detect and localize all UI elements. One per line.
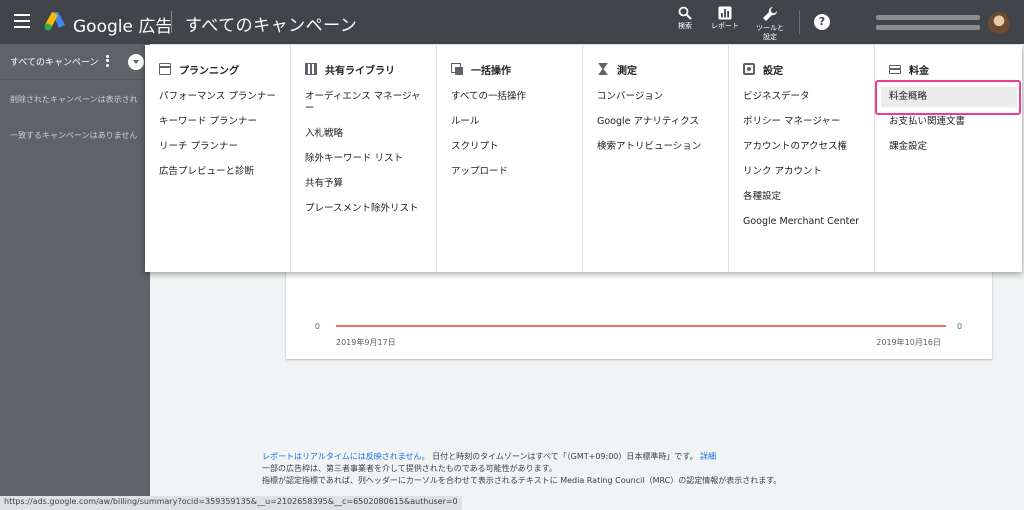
column-title: プランニング (179, 65, 239, 77)
help-icon[interactable]: ? (814, 14, 830, 30)
menu-item-linked-accounts[interactable]: リンク アカウント (729, 162, 874, 182)
menu-item-audience-manager[interactable]: オーディエンス マネージャー (291, 87, 436, 119)
sidebar-header: すべてのキャンペーン (0, 44, 150, 80)
top-app-bar: Google 広告 すべてのキャンペーン 検索 レポート ツールと 設定 ? (0, 0, 1024, 44)
menu-item-business-data[interactable]: ビジネスデータ (729, 87, 874, 107)
hourglass-icon (598, 63, 608, 75)
calendar-icon (159, 63, 171, 75)
menu-column-shared-library: 共有ライブラリ オーディエンス マネージャー 入札戦略 除外キーワード リスト … (291, 45, 437, 272)
wrench-icon (763, 6, 778, 21)
menu-item-all-bulk-actions[interactable]: すべての一括操作 (437, 87, 582, 107)
search-icon (678, 6, 692, 20)
reports-label: レポート (711, 22, 739, 30)
x-tick-label: 2019年10月16日 (876, 337, 941, 347)
column-title: 測定 (617, 65, 637, 77)
column-title: 料金 (909, 65, 929, 77)
menu-item-google-analytics[interactable]: Google アナリティクス (583, 112, 728, 132)
tools-settings-menu: プランニング パフォーマンス プランナー キーワード プランナー リーチ プラン… (145, 45, 1022, 272)
tools-settings-label: ツールと 設定 (756, 24, 784, 41)
menu-item-account-access[interactable]: アカウントのアクセス権 (729, 137, 874, 157)
google-ads-logo (44, 12, 65, 31)
column-title: 一括操作 (471, 65, 511, 77)
mrc-notice: 指標が認定指標であれば、列ヘッダーにカーソルを合わせて表示されるテキストに Me… (262, 476, 782, 485)
library-icon (305, 63, 317, 75)
brand-name: Google 広告 (73, 17, 173, 37)
reports-icon (718, 6, 732, 20)
menu-item-conversions[interactable]: コンバージョン (583, 87, 728, 107)
menu-icon[interactable] (14, 14, 30, 28)
details-link[interactable]: 詳細 (700, 452, 716, 461)
brand-divider (171, 11, 172, 33)
highlight-annotation (875, 80, 1021, 115)
menu-item-placement-exclusions[interactable]: プレースメント除外リスト (291, 199, 436, 219)
more-vert-icon[interactable] (104, 54, 110, 68)
realtime-notice-link[interactable]: レポートはリアルタイムには反映されません。 (262, 452, 430, 461)
bulk-actions-icon (451, 63, 463, 75)
sidebar-notice: 削除されたキャンペーンは表示され (10, 95, 138, 104)
tools-settings-button[interactable]: ツールと 設定 (756, 6, 784, 42)
menu-column-bulk-actions: 一括操作 すべての一括操作 ルール スクリプト アップロード (437, 45, 583, 272)
menu-item-preferences[interactable]: 各種設定 (729, 187, 874, 207)
status-bar-url: https://ads.google.com/aw/billing/summar… (0, 496, 462, 510)
menu-item-billing-documents[interactable]: お支払い関連文書 (875, 112, 1021, 132)
reports-button[interactable]: レポート (711, 6, 739, 31)
avatar[interactable] (988, 12, 1010, 34)
menu-item-scripts[interactable]: スクリプト (437, 137, 582, 157)
menu-item-bid-strategies[interactable]: 入札戦略 (291, 124, 436, 144)
account-info-blurred[interactable] (876, 12, 980, 32)
search-label: 検索 (678, 22, 692, 30)
menu-item-ad-preview[interactable]: 広告プレビューと診断 (145, 162, 290, 182)
dropdown-icon[interactable] (128, 54, 144, 70)
menu-item-shared-budgets[interactable]: 共有予算 (291, 174, 436, 194)
menu-item-google-merchant-center[interactable]: Google Merchant Center (729, 212, 874, 232)
menu-item-negative-keywords[interactable]: 除外キーワード リスト (291, 149, 436, 169)
column-title: 共有ライブラリ (325, 65, 395, 77)
menu-item-uploads[interactable]: アップロード (437, 162, 582, 182)
sidebar-title: すべてのキャンペーン (10, 58, 99, 68)
settings-icon (743, 63, 755, 75)
menu-item-keyword-planner[interactable]: キーワード プランナー (145, 112, 290, 132)
third-party-notice: 一部の広告枠は、第三者事業者を介して提供されたものである可能性があります。 (262, 464, 557, 473)
left-axis-label: 0 (315, 322, 320, 331)
menu-item-reach-planner[interactable]: リーチ プランナー (145, 137, 290, 157)
x-tick-label: 2019年9月17日 (336, 337, 396, 347)
menu-column-setup: 設定 ビジネスデータ ポリシー マネージャー アカウントのアクセス権 リンク ア… (729, 45, 875, 272)
menu-column-measurement: 測定 コンバージョン Google アナリティクス 検索アトリビューション (583, 45, 729, 272)
menu-column-billing: 料金 料金概略 お支払い関連文書 課金設定 (875, 45, 1021, 272)
topbar-separator (799, 10, 800, 34)
footer-notes: レポートはリアルタイムには反映されません。 日付と時刻のタイムゾーンはすべて「（… (262, 451, 781, 487)
timezone-text: 日付と時刻のタイムゾーンはすべて「（GMT+09:00）日本標準時」です。 (432, 452, 698, 461)
menu-item-billing-settings[interactable]: 課金設定 (875, 137, 1021, 157)
menu-column-planning: プランニング パフォーマンス プランナー キーワード プランナー リーチ プラン… (145, 45, 291, 272)
right-axis-label: 0 (957, 322, 962, 331)
campaign-sidebar: すべてのキャンペーン 削除されたキャンペーンは表示され 一致するキャンペーンはあ… (0, 44, 150, 510)
search-button[interactable]: 検索 (678, 6, 692, 31)
credit-card-icon (889, 65, 901, 74)
menu-item-performance-planner[interactable]: パフォーマンス プランナー (145, 87, 290, 107)
column-title: 設定 (763, 65, 783, 77)
page-title: すべてのキャンペーン (185, 16, 358, 36)
menu-item-policy-manager[interactable]: ポリシー マネージャー (729, 112, 874, 132)
menu-item-search-attribution[interactable]: 検索アトリビューション (583, 137, 728, 157)
menu-item-rules[interactable]: ルール (437, 112, 582, 132)
sidebar-empty-text: 一致するキャンペーンはありません (10, 131, 138, 140)
